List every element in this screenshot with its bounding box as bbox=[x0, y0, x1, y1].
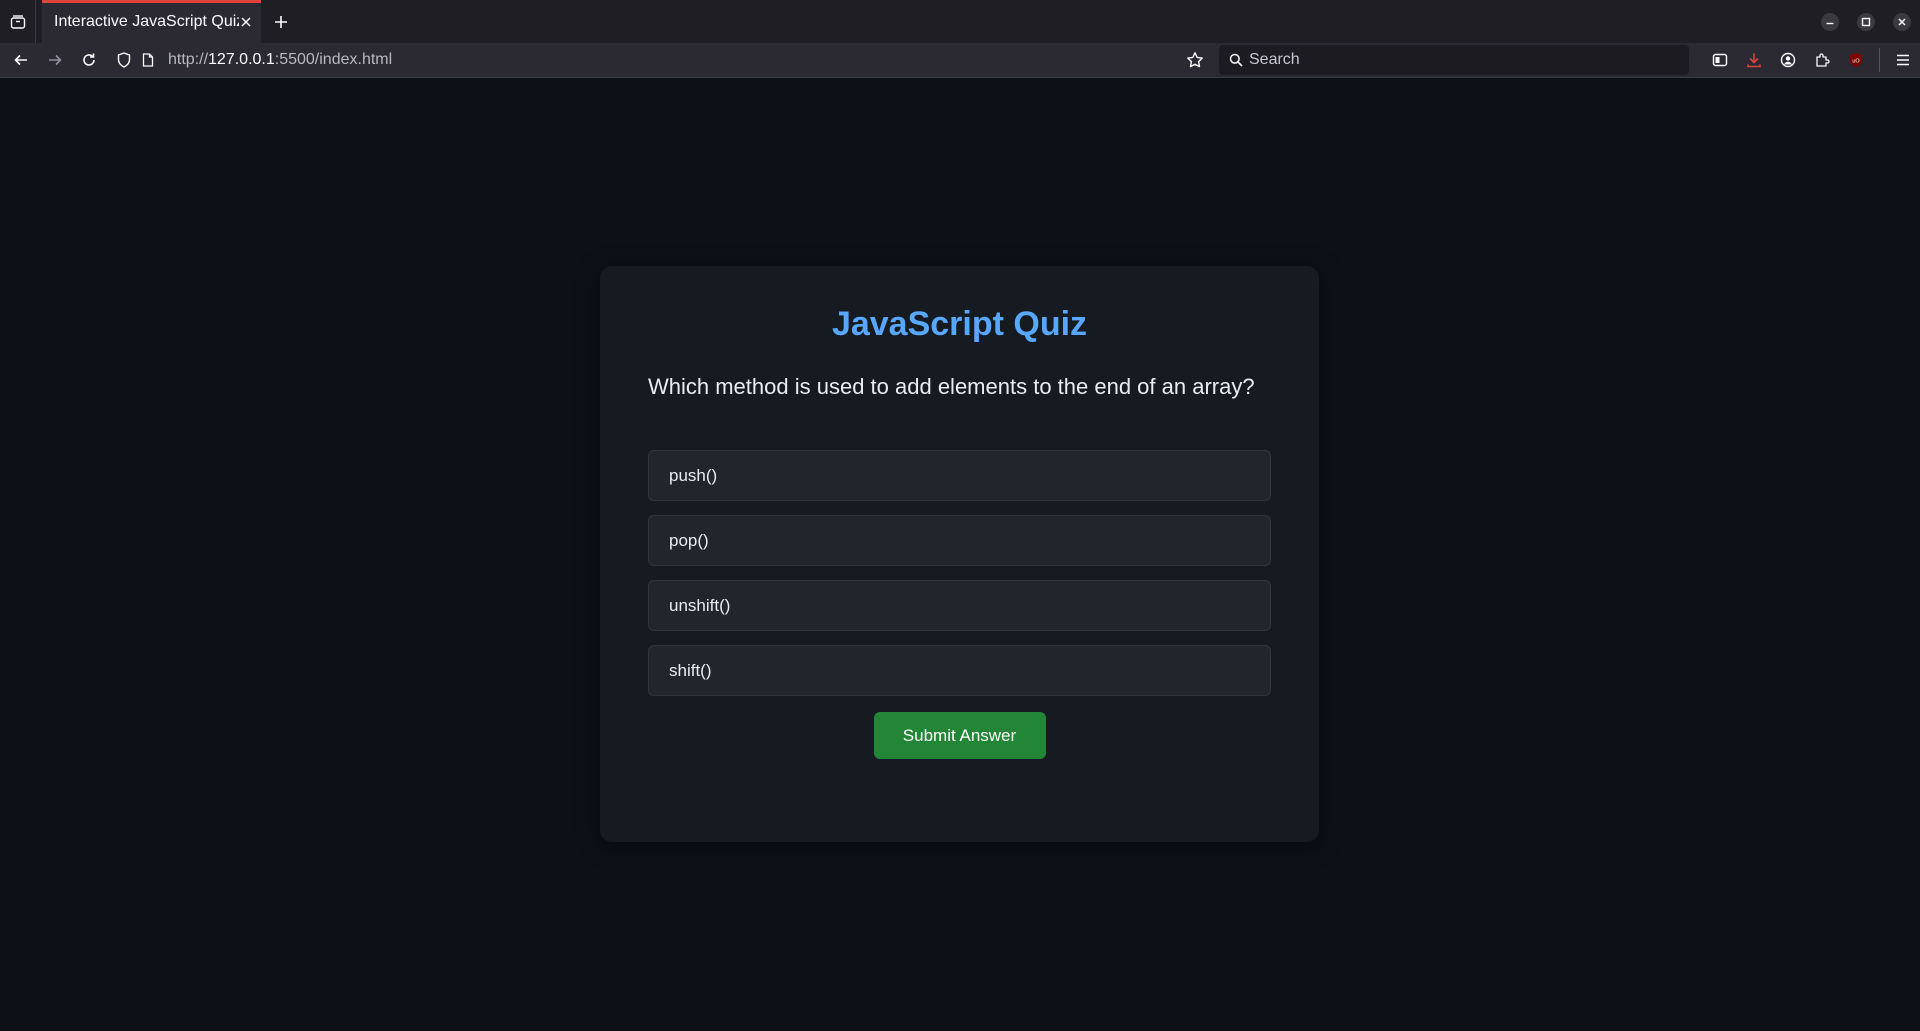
close-window-icon[interactable] bbox=[1884, 0, 1920, 43]
forward-icon[interactable] bbox=[38, 43, 72, 78]
page-viewport: JavaScript Quiz Which method is used to … bbox=[0, 79, 1920, 1031]
account-icon[interactable] bbox=[1771, 43, 1805, 78]
url-text: http://127.0.0.1:5500/index.html bbox=[168, 51, 392, 69]
url-host: 127.0.0.1 bbox=[208, 51, 275, 68]
svg-text:uO: uO bbox=[1852, 59, 1860, 65]
maximize-icon[interactable] bbox=[1848, 0, 1884, 43]
sidebar-icon[interactable] bbox=[1703, 43, 1737, 78]
question-text: Which method is used to add elements to … bbox=[648, 374, 1255, 399]
downloads-icon[interactable] bbox=[1737, 43, 1771, 78]
back-icon[interactable] bbox=[4, 43, 38, 78]
browser-tab[interactable]: Interactive JavaScript Quiz bbox=[42, 0, 261, 43]
toolbar-icons: uO bbox=[1703, 43, 1920, 78]
url-path: :5500/index.html bbox=[274, 51, 393, 68]
ublock-origin-icon[interactable]: uO bbox=[1839, 43, 1873, 78]
extensions-icon[interactable] bbox=[1805, 43, 1839, 78]
option-pop[interactable]: pop() bbox=[648, 515, 1271, 566]
quiz-title: JavaScript Quiz bbox=[831, 305, 1088, 343]
option-shift[interactable]: shift() bbox=[648, 645, 1271, 696]
option-push[interactable]: push() bbox=[648, 450, 1271, 501]
search-icon bbox=[1229, 53, 1243, 67]
address-bar[interactable]: http://127.0.0.1:5500/index.html bbox=[114, 45, 1219, 75]
list-all-tabs-icon[interactable] bbox=[0, 0, 36, 43]
new-tab-icon[interactable] bbox=[261, 0, 301, 43]
submit-container: Submit Answer bbox=[648, 712, 1271, 759]
minimize-icon[interactable] bbox=[1812, 0, 1848, 43]
reload-icon[interactable] bbox=[72, 43, 106, 78]
bookmark-star-icon[interactable] bbox=[1185, 51, 1205, 69]
page-icon[interactable] bbox=[138, 50, 158, 70]
submit-answer-button[interactable]: Submit Answer bbox=[873, 712, 1046, 759]
toolbar-separator bbox=[1879, 48, 1880, 72]
menu-icon[interactable] bbox=[1886, 43, 1920, 78]
window-controls bbox=[1812, 0, 1920, 43]
url-scheme: http:// bbox=[168, 51, 209, 68]
navigation-toolbar: http://127.0.0.1:5500/index.html uO bbox=[0, 43, 1920, 78]
tab-title: Interactive JavaScript Quiz bbox=[54, 12, 239, 30]
tab-bar: Interactive JavaScript Quiz bbox=[0, 0, 1920, 43]
options-list: push() pop() unshift() shift() bbox=[648, 450, 1271, 696]
search-bar[interactable] bbox=[1219, 45, 1689, 75]
close-tab-icon[interactable] bbox=[239, 15, 253, 29]
option-unshift[interactable]: unshift() bbox=[648, 580, 1271, 631]
shield-icon[interactable] bbox=[114, 50, 134, 70]
quiz-card: JavaScript Quiz Which method is used to … bbox=[600, 266, 1319, 842]
search-input[interactable] bbox=[1249, 51, 1669, 69]
